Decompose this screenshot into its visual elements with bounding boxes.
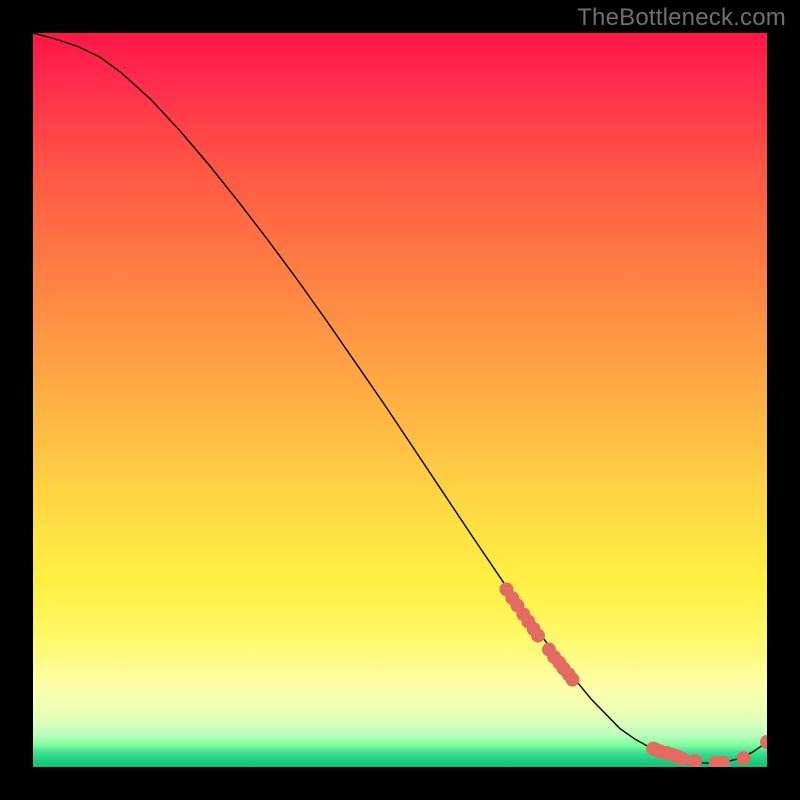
bottleneck-curve-path bbox=[33, 33, 767, 763]
watermark-text: TheBottleneck.com bbox=[577, 4, 786, 32]
chart-svg bbox=[33, 33, 767, 767]
scatter-point bbox=[531, 629, 545, 643]
chart-container: TheBottleneck.com bbox=[0, 0, 800, 800]
line-series bbox=[33, 33, 767, 763]
scatter-point bbox=[565, 673, 579, 687]
plot-area bbox=[33, 33, 767, 767]
scatter-point bbox=[676, 752, 690, 766]
scatter-point bbox=[737, 751, 751, 765]
scatter-point bbox=[688, 754, 702, 767]
scatter-series bbox=[499, 582, 767, 767]
